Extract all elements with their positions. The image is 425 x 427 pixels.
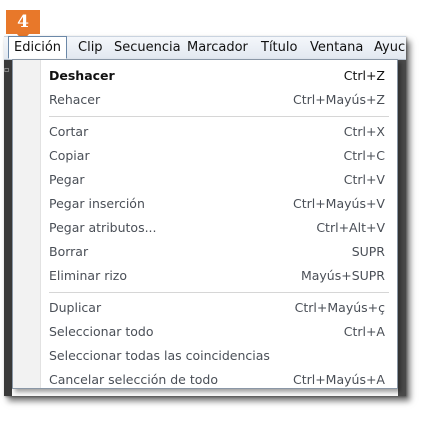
menu-item-shortcut: Ctrl+Mayús+V [292, 196, 385, 211]
menu-secuencia[interactable]: Secuencia [110, 37, 185, 59]
background-window-edge: ▫ [4, 60, 12, 396]
menu-item-seleccionar-coincidencias[interactable]: Seleccionar todas las coincidencias [49, 345, 385, 367]
menu-item-shortcut: Ctrl+Mayús+Z [292, 92, 385, 107]
menu-item-label: Deshacer [49, 68, 115, 83]
menu-item-pegar[interactable]: Pegar Ctrl+V [49, 169, 385, 191]
menu-item-duplicar[interactable]: Duplicar Ctrl+Mayús+ç [49, 297, 385, 319]
menu-item-borrar[interactable]: Borrar SUPR [49, 241, 385, 263]
menu-item-label: Pegar inserción [49, 196, 145, 211]
background-window-shadow [398, 60, 406, 396]
menu-bar: Edición Clip Secuencia Marcador Título V… [4, 36, 406, 60]
menu-ayuda[interactable]: Ayuc [370, 37, 406, 59]
menu-item-label: Cancelar selección de todo [49, 372, 218, 387]
menu-item-label: Pegar [49, 172, 85, 187]
menu-icon-gutter [13, 60, 41, 388]
menu-item-label: Rehacer [49, 92, 101, 107]
menu-item-shortcut: Ctrl+Mayús+ç [294, 300, 385, 315]
menu-item-label: Eliminar rizo [49, 268, 128, 283]
menu-item-shortcut: Ctrl+V [343, 172, 385, 187]
menu-item-shortcut: Ctrl+Z [343, 68, 385, 83]
menu-titulo[interactable]: Título [257, 37, 301, 59]
tutorial-figure: 4 Edición Clip Secuencia Marcador Título… [0, 0, 425, 427]
menu-item-label: Seleccionar todas las coincidencias [49, 348, 270, 363]
menu-item-shortcut: Ctrl+C [343, 148, 385, 163]
menu-clip[interactable]: Clip [74, 37, 107, 59]
menu-item-label: Cortar [49, 124, 89, 139]
menu-item-copiar[interactable]: Copiar Ctrl+C [49, 145, 385, 167]
application-window: Edición Clip Secuencia Marcador Título V… [4, 36, 406, 396]
menu-item-shortcut: Ctrl+Alt+V [316, 220, 385, 235]
menu-separator [49, 292, 389, 293]
menu-edicion[interactable]: Edición [8, 36, 68, 59]
menu-separator [49, 116, 389, 117]
menu-item-pegar-insercion[interactable]: Pegar inserción Ctrl+Mayús+V [49, 193, 385, 215]
menu-item-shortcut: Ctrl+Mayús+A [292, 372, 385, 387]
menu-ventana[interactable]: Ventana [306, 37, 367, 59]
menu-item-label: Seleccionar todo [49, 324, 154, 339]
menu-item-eliminar-rizo[interactable]: Eliminar rizo Mayús+SUPR [49, 265, 385, 287]
menu-item-label: Copiar [49, 148, 90, 163]
menu-item-shortcut: Ctrl+X [343, 124, 385, 139]
edit-dropdown-menu: Deshacer Ctrl+Z Rehacer Ctrl+Mayús+Z Cor… [12, 59, 398, 389]
menu-item-pegar-atributos[interactable]: Pegar atributos... Ctrl+Alt+V [49, 217, 385, 239]
menu-marcador[interactable]: Marcador [183, 37, 252, 59]
menu-item-shortcut: Mayús+SUPR [300, 268, 385, 283]
step-number-badge: 4 [6, 10, 40, 41]
menu-item-seleccionar-todo[interactable]: Seleccionar todo Ctrl+A [49, 321, 385, 343]
menu-item-shortcut: Ctrl+A [343, 324, 385, 339]
menu-item-cancelar-seleccion[interactable]: Cancelar selección de todo Ctrl+Mayús+A [49, 369, 385, 391]
menu-item-deshacer[interactable]: Deshacer Ctrl+Z [49, 65, 385, 87]
menu-item-cortar[interactable]: Cortar Ctrl+X [49, 121, 385, 143]
menu-item-label: Borrar [49, 244, 89, 259]
menu-item-shortcut: SUPR [351, 244, 385, 259]
menu-item-rehacer[interactable]: Rehacer Ctrl+Mayús+Z [49, 89, 385, 111]
menu-item-label: Duplicar [49, 300, 102, 315]
background-glyph-icon: ▫ [4, 65, 10, 74]
menu-item-label: Pegar atributos... [49, 220, 157, 235]
